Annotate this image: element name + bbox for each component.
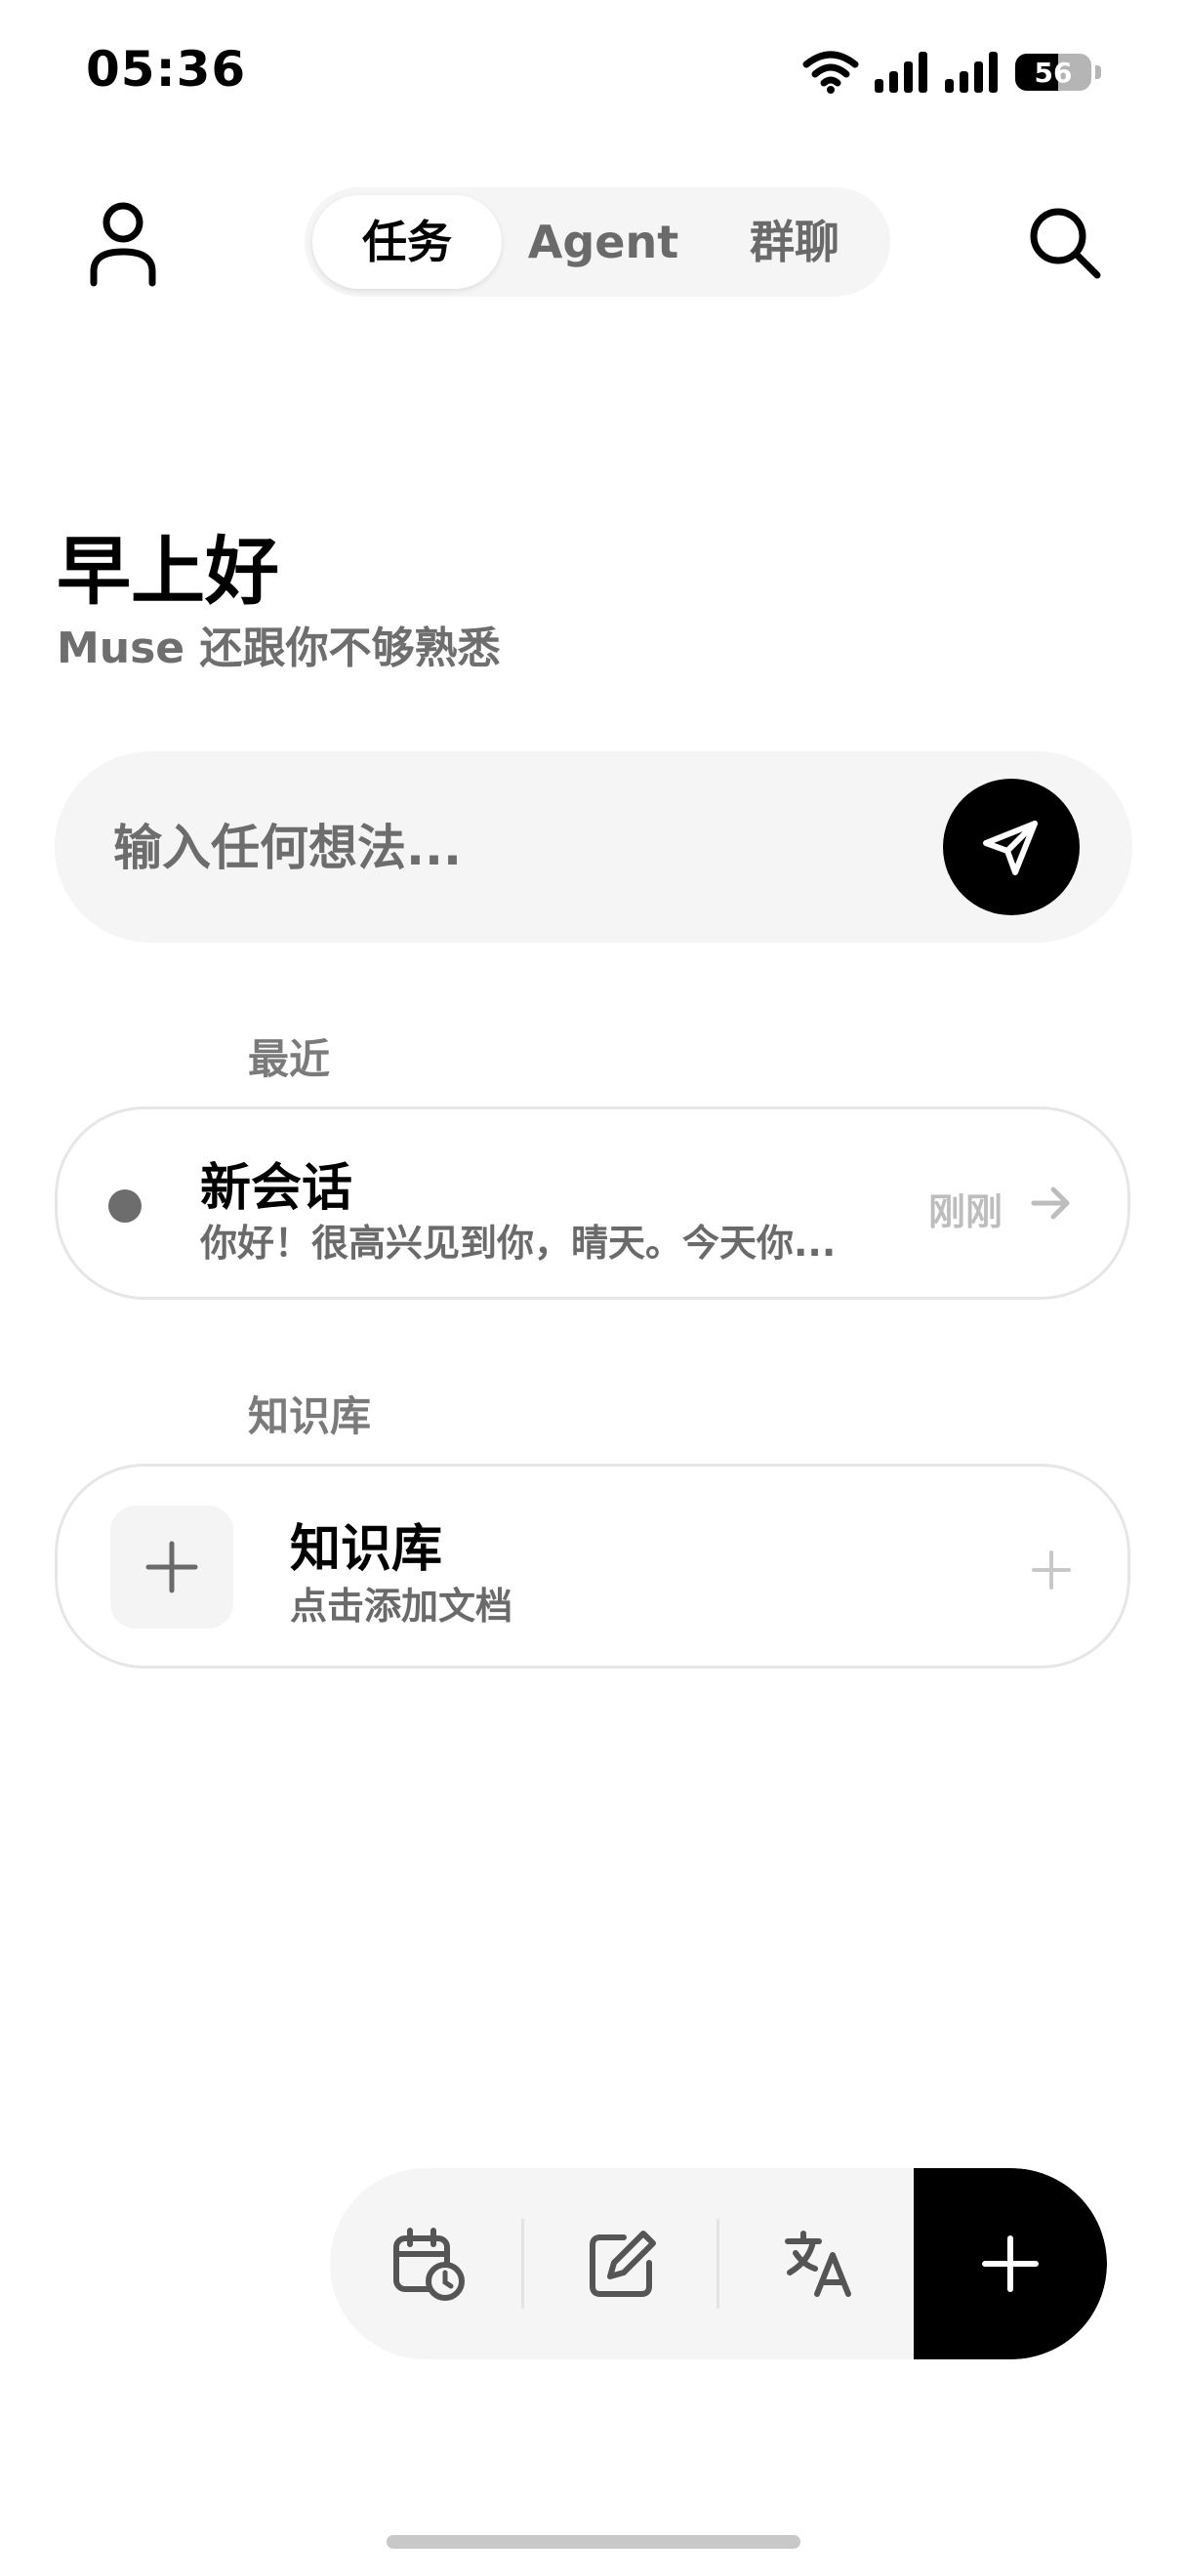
add-document-tile[interactable] xyxy=(110,1506,233,1629)
edit-button[interactable] xyxy=(525,2168,720,2359)
recent-section-label: 最近 xyxy=(248,1035,331,1083)
knowledge-card-title: 知识库 xyxy=(290,1520,443,1579)
profile-icon xyxy=(90,202,156,287)
edit-icon xyxy=(590,2231,656,2297)
toolbar-divider xyxy=(521,2219,524,2309)
status-time: 05:36 xyxy=(86,41,247,98)
signal-icon xyxy=(945,52,998,93)
idea-input[interactable] xyxy=(111,810,955,886)
knowledge-section-label: 知识库 xyxy=(248,1392,372,1440)
recent-session-card[interactable]: 新会话 你好！很高兴见到你，晴天。今天你... 刚刚 xyxy=(55,1107,1130,1300)
search-button[interactable] xyxy=(1025,203,1103,281)
calendar-button[interactable] xyxy=(330,2168,525,2359)
wifi-icon xyxy=(802,51,859,94)
tab-switcher: 任务 Agent 群聊 xyxy=(305,187,890,297)
greeting-subtitle: Muse 还跟你不够熟悉 xyxy=(57,624,501,673)
new-task-button[interactable] xyxy=(914,2168,1107,2359)
plus-icon xyxy=(145,1541,198,1593)
tab-tasks[interactable]: 任务 xyxy=(312,195,502,289)
battery-tip xyxy=(1095,65,1101,79)
tab-group-chat[interactable]: 群聊 xyxy=(707,195,882,289)
session-preview: 你好！很高兴见到你，晴天。今天你... xyxy=(200,1222,837,1265)
home-indicator[interactable] xyxy=(387,2535,800,2549)
calendar-clock-icon xyxy=(393,2228,465,2301)
plus-icon xyxy=(982,2235,1039,2292)
signal-icon xyxy=(875,52,927,93)
greeting-title: 早上好 xyxy=(57,528,279,615)
knowledge-card-subtitle: 点击添加文档 xyxy=(290,1585,513,1628)
profile-button[interactable] xyxy=(84,199,162,287)
idea-input-box xyxy=(55,751,1132,943)
arrow-right-icon xyxy=(1031,1187,1070,1220)
knowledge-base-card[interactable]: 知识库 点击添加文档 xyxy=(55,1464,1130,1669)
battery-level: 56 xyxy=(1034,56,1073,89)
toolbar-divider xyxy=(716,2219,719,2309)
translate-button[interactable] xyxy=(720,2168,916,2359)
session-time: 刚刚 xyxy=(928,1190,1003,1233)
search-icon xyxy=(1030,208,1101,279)
plus-icon[interactable] xyxy=(1030,1549,1073,1591)
send-button[interactable] xyxy=(943,779,1080,915)
bottom-toolbar xyxy=(330,2168,1107,2359)
session-title: 新会话 xyxy=(200,1159,353,1218)
session-status-dot xyxy=(108,1189,142,1223)
translate-icon xyxy=(785,2231,851,2297)
tab-agent[interactable]: Agent xyxy=(512,195,695,289)
status-icons: 56 xyxy=(802,51,1101,94)
battery-icon: 56 xyxy=(1015,54,1091,91)
send-icon xyxy=(983,821,1038,875)
